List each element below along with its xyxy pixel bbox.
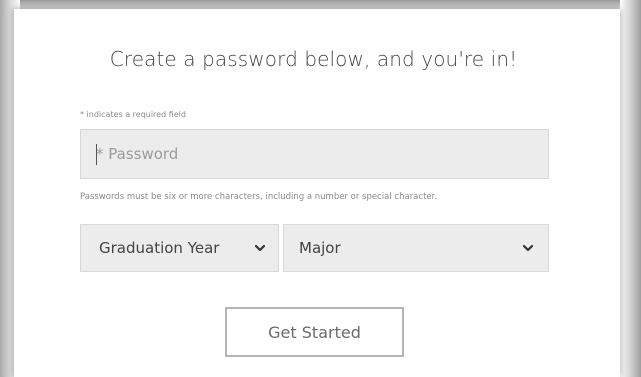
form-heading: Create a password below, and you're in! [109,47,518,71]
password-field[interactable] [80,129,549,179]
get-started-button[interactable]: Get Started [225,307,404,357]
chevron-down-icon [254,244,266,252]
page: Create a password below, and you're in! … [0,0,641,377]
graduation-year-value: Graduation Year [99,239,220,257]
required-field-note: * indicates a required field [80,110,186,119]
text-caret [96,144,97,165]
major-select[interactable]: Major [283,224,549,272]
password-hint: Passwords must be six or more characters… [80,192,438,202]
chevron-down-icon [522,244,534,252]
password-input[interactable] [81,130,548,178]
graduation-year-select[interactable]: Graduation Year [80,224,279,272]
major-value: Major [299,239,341,257]
